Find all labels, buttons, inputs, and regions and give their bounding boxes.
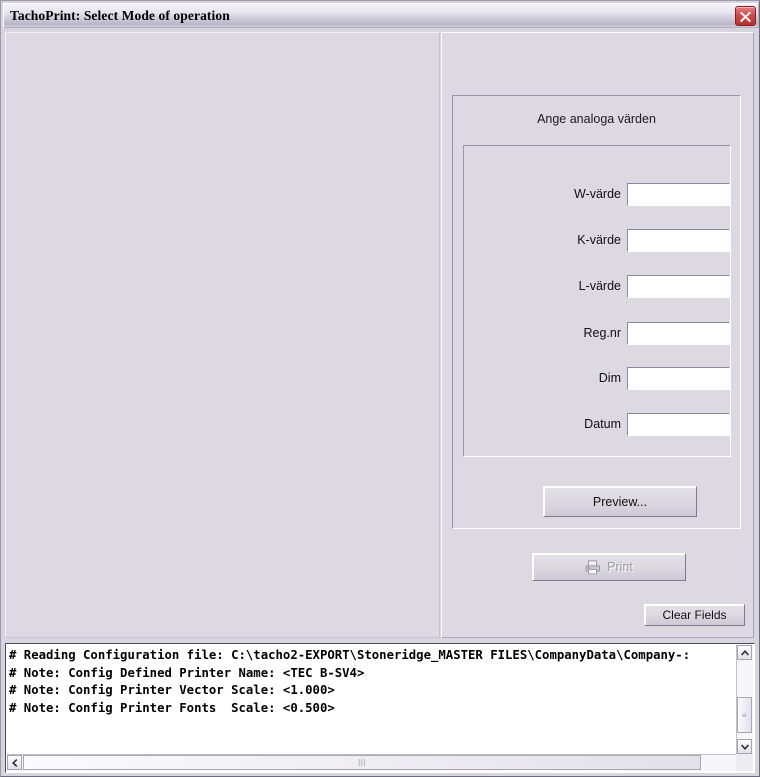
dim-input[interactable] <box>627 366 730 390</box>
console-horizontal-scrollbar[interactable]: ||| <box>7 754 753 771</box>
chevron-up-icon <box>740 649 749 656</box>
datum-input[interactable] <box>627 412 730 436</box>
chevron-left-icon <box>11 758 17 767</box>
preview-button-label: Preview... <box>592 494 648 509</box>
scroll-down-button[interactable] <box>737 739 752 754</box>
preview-button[interactable]: Preview... <box>543 486 697 517</box>
log-console-text[interactable]: # Reading Configuration file: C:\tacho2-… <box>9 647 735 752</box>
close-icon <box>740 11 751 23</box>
field-label-dim: Dim <box>598 371 621 385</box>
window-title: TachoPrint: Select Mode of operation <box>10 7 230 23</box>
field-row-dim: Dim <box>464 366 730 390</box>
scrollbar-corner <box>736 754 753 771</box>
mode-selection-panel <box>5 32 440 638</box>
fields-groupbox: W-värde K-värde L-värde Reg.nr Dim Datum <box>463 145 731 457</box>
print-button[interactable]: Print <box>532 553 686 581</box>
field-label-l-varde: L-värde <box>578 279 621 293</box>
application-window: TachoPrint: Select Mode of operation Ang… <box>0 0 760 777</box>
scroll-left-button[interactable] <box>7 755 22 770</box>
k-varde-input[interactable] <box>627 228 730 252</box>
title-bar: TachoPrint: Select Mode of operation <box>3 3 759 28</box>
chevron-down-icon <box>740 743 749 750</box>
clear-fields-button-label: Clear Fields <box>662 608 727 622</box>
field-label-w-varde: W-värde <box>573 187 621 201</box>
printer-icon <box>585 559 601 574</box>
scroll-thumb-grip-horizontal: ||| <box>358 758 366 767</box>
scroll-up-button[interactable] <box>737 645 752 660</box>
field-row-datum: Datum <box>464 412 730 436</box>
l-varde-input[interactable] <box>627 274 730 298</box>
horizontal-scroll-thumb[interactable]: ||| <box>23 755 701 770</box>
reg-nr-input[interactable] <box>627 321 730 345</box>
field-label-datum: Datum <box>584 417 621 431</box>
client-area: Ange analoga värden W-värde K-värde L-vä… <box>3 30 759 776</box>
analog-values-groupbox: Ange analoga värden W-värde K-värde L-vä… <box>452 95 741 529</box>
field-label-k-varde: K-värde <box>577 233 621 247</box>
field-row-w-varde: W-värde <box>464 182 730 206</box>
close-button[interactable] <box>735 6 756 26</box>
field-label-reg-nr: Reg.nr <box>583 326 621 340</box>
scroll-thumb-grip: ≡ <box>741 710 748 720</box>
analog-values-panel: Ange analoga värden W-värde K-värde L-vä… <box>441 32 754 638</box>
field-row-k-varde: K-värde <box>464 228 730 252</box>
field-row-l-varde: L-värde <box>464 274 730 298</box>
clear-fields-button[interactable]: Clear Fields <box>644 604 745 626</box>
field-row-reg-nr: Reg.nr <box>464 321 730 345</box>
groupbox-title: Ange analoga värden <box>537 112 656 126</box>
console-vertical-scrollbar[interactable]: ≡ <box>736 645 753 754</box>
log-console: # Reading Configuration file: C:\tacho2-… <box>5 643 755 773</box>
w-varde-input[interactable] <box>627 182 730 206</box>
print-button-label: Print <box>607 560 633 574</box>
vertical-scroll-thumb[interactable]: ≡ <box>737 697 752 733</box>
